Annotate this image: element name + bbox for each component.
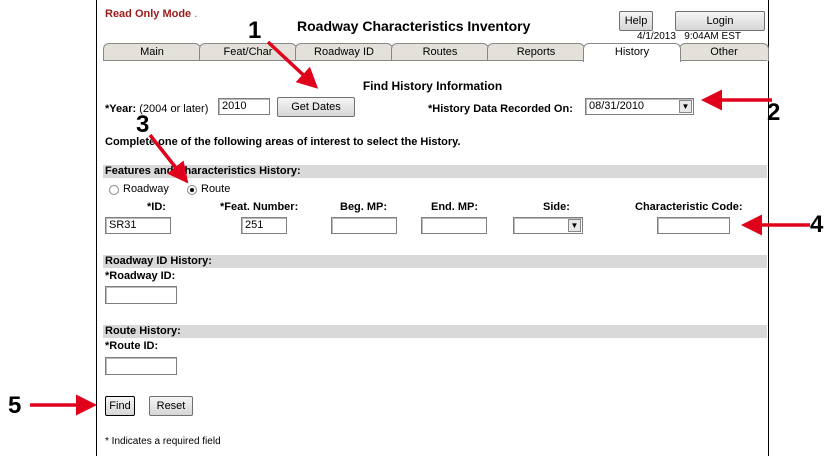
col-feat-number-header: *Feat. Number: bbox=[220, 201, 299, 213]
feat-number-input[interactable]: 251 bbox=[241, 217, 287, 234]
tab-main[interactable]: Main bbox=[103, 43, 201, 61]
callout-3: 3 bbox=[136, 111, 150, 138]
year-input[interactable]: 2010 bbox=[218, 98, 270, 115]
route-id-input[interactable] bbox=[105, 357, 177, 375]
radio-route-label: Route bbox=[201, 183, 231, 195]
roadway-id-label: *Roadway ID: bbox=[105, 270, 176, 282]
year-label-text: *Year: bbox=[105, 103, 137, 115]
mode-text: Read Only Mode bbox=[105, 8, 192, 20]
year-hint: (2004 or later) bbox=[139, 103, 209, 115]
radio-roadway-label: Roadway bbox=[123, 183, 169, 195]
beg-mp-input[interactable] bbox=[331, 217, 397, 234]
tab-other[interactable]: Other bbox=[679, 43, 769, 61]
side-select[interactable]: ▼ bbox=[513, 217, 583, 234]
tab-routes[interactable]: Routes bbox=[391, 43, 489, 61]
find-button[interactable]: Find bbox=[105, 396, 135, 416]
radio-route[interactable] bbox=[187, 185, 197, 195]
tab-feat-char[interactable]: Feat/Char bbox=[199, 43, 297, 61]
tab-roadway-id[interactable]: Roadway ID bbox=[295, 43, 393, 61]
date-text: 4/1/2013 bbox=[637, 31, 676, 42]
col-char-code-header: Characteristic Code: bbox=[635, 201, 743, 213]
app-title: Roadway Characteristics Inventory bbox=[297, 18, 531, 34]
callout-4: 4 bbox=[810, 211, 824, 238]
time-text: 9:04AM EST bbox=[684, 31, 741, 42]
page-title: Find History Information bbox=[362, 79, 503, 93]
chevron-down-icon[interactable]: ▼ bbox=[568, 219, 581, 232]
year-label: *Year: (2004 or later) bbox=[105, 103, 208, 115]
route-id-label: *Route ID: bbox=[105, 340, 159, 352]
read-only-mode-label: Read Only Mode . bbox=[105, 8, 197, 20]
app-frame: Read Only Mode . Roadway Characteristics… bbox=[96, 0, 769, 456]
reset-button[interactable]: Reset bbox=[149, 396, 193, 416]
col-id-header: *ID: bbox=[147, 201, 166, 213]
feature-id-input[interactable]: SR31 bbox=[105, 217, 171, 234]
char-code-input[interactable] bbox=[657, 217, 730, 234]
history-recorded-value: 08/31/2010 bbox=[589, 100, 645, 112]
history-recorded-select[interactable]: 08/31/2010 ▼ bbox=[585, 98, 694, 115]
tab-history[interactable]: History bbox=[583, 43, 681, 62]
roadway-id-input[interactable] bbox=[105, 286, 177, 304]
roadway-id-section-header: Roadway ID History: bbox=[103, 255, 767, 268]
end-mp-input[interactable] bbox=[421, 217, 487, 234]
tab-bar: Main Feat/Char Roadway ID Routes Reports… bbox=[103, 43, 769, 62]
datetime: 4/1/2013 9:04AM EST bbox=[637, 31, 741, 42]
get-dates-button[interactable]: Get Dates bbox=[277, 97, 355, 117]
required-footnote: * Indicates a required field bbox=[105, 436, 221, 447]
help-button[interactable]: Help bbox=[619, 11, 653, 31]
col-end-mp-header: End. MP: bbox=[431, 201, 479, 213]
login-button[interactable]: Login bbox=[675, 11, 765, 31]
chevron-down-icon[interactable]: ▼ bbox=[679, 100, 692, 113]
history-recorded-label: *History Data Recorded On: bbox=[428, 103, 573, 115]
route-section-header: Route History: bbox=[103, 325, 767, 338]
col-side-header: Side: bbox=[543, 201, 570, 213]
instructions-text: Complete one of the following areas of i… bbox=[105, 136, 461, 148]
radio-roadway[interactable] bbox=[109, 185, 119, 195]
callout-1: 1 bbox=[248, 17, 262, 44]
mode-dot: . bbox=[194, 8, 198, 20]
col-beg-mp-header: Beg. MP: bbox=[340, 201, 388, 213]
callout-5: 5 bbox=[8, 392, 22, 419]
callout-2: 2 bbox=[767, 99, 781, 126]
tab-reports[interactable]: Reports bbox=[487, 43, 585, 61]
features-section-header: Features and Characteristics History: bbox=[103, 165, 767, 178]
